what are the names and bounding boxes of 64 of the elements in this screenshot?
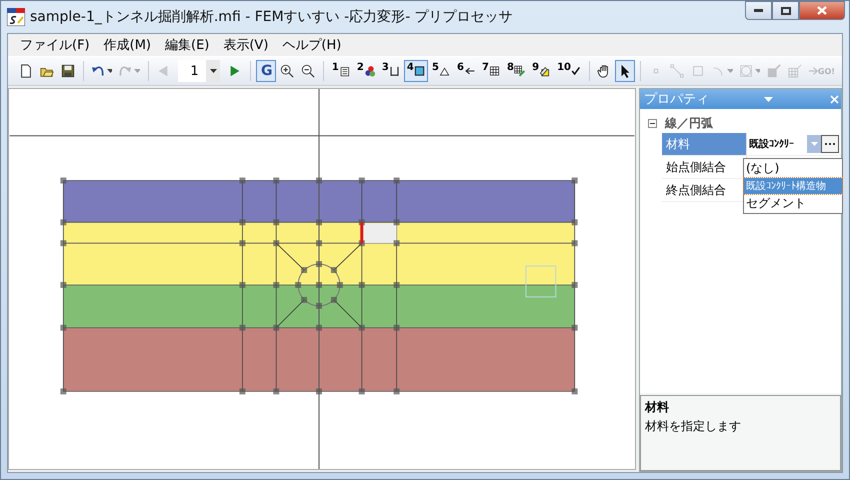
toolbar-button[interactable]: 7 [479, 60, 504, 82]
maximize-icon [780, 6, 790, 14]
page-icon [19, 63, 33, 79]
property-value: 既設ｺﾝｸﾘｰ [749, 138, 794, 151]
minimize-button[interactable] [745, 1, 772, 20]
toolbar-button[interactable]: 2 [354, 60, 378, 82]
browse-button[interactable] [821, 135, 839, 153]
dropdown-option[interactable]: セグメント [744, 194, 842, 213]
property-name[interactable]: 終点側結合 [662, 179, 746, 201]
page-number-field[interactable]: 1 [178, 60, 220, 82]
zoom-in-icon [280, 63, 294, 79]
grid-pencil-icon [514, 63, 526, 79]
toolbar-button[interactable]: 10 [554, 60, 584, 82]
left-triangle-icon [156, 63, 170, 79]
rectangle-icon [691, 63, 706, 79]
caret-icon [810, 142, 818, 146]
maximize-button[interactable] [772, 1, 799, 20]
window-title: sample-1_トンネル掘削解析.mfi - FEMすいすい -応力変形- プリプロセッサ [30, 8, 513, 26]
selected-segment [360, 222, 364, 244]
grid-pencil-icon [788, 63, 802, 79]
caret-icon [727, 69, 733, 73]
panel-menu-button[interactable] [762, 94, 775, 104]
zoom-out-icon [301, 63, 316, 79]
description-text: 材料を指定します [645, 418, 742, 435]
menu-item[interactable]: 表示(V) [217, 34, 274, 56]
menu-item[interactable]: ファイル(F) [14, 34, 96, 56]
collapse-button[interactable] [648, 118, 657, 128]
square-pencil-icon [767, 63, 781, 79]
caret-icon [764, 94, 773, 104]
line-icon [670, 63, 684, 79]
circles-icon [364, 63, 375, 79]
toolbar-button[interactable]: 9 [529, 60, 554, 82]
menu-item[interactable]: ヘルプ(H) [276, 34, 348, 56]
toolbar-button[interactable]: 6 [454, 60, 478, 82]
category-label: 線／円弧 [665, 114, 713, 132]
toolbar-button[interactable] [615, 60, 636, 82]
close-button[interactable] [828, 94, 841, 104]
caret-icon [754, 69, 760, 73]
menu-item[interactable]: 作成(M) [98, 34, 157, 56]
toolbar-button[interactable]: 4 [404, 60, 428, 82]
caret-icon [106, 69, 112, 73]
toolbar-button[interactable]: 3 [378, 60, 403, 82]
toolbar-button[interactable]: 5 [428, 60, 453, 82]
minimize-icon [754, 9, 763, 12]
close-icon [817, 6, 827, 15]
canvas[interactable] [8, 88, 636, 470]
property-name[interactable]: 始点側結合 [662, 156, 746, 178]
menu-item[interactable]: 編集(E) [159, 34, 216, 56]
dropdown-button[interactable] [206, 60, 220, 82]
toolbar-button[interactable]: 8 [504, 60, 528, 82]
page-number: 1 [190, 64, 199, 78]
dropdown-option[interactable]: (なし) [744, 159, 842, 178]
circle-icon [740, 63, 752, 79]
close-icon [830, 94, 839, 104]
toolbar-button[interactable]: 1 [328, 60, 353, 82]
app-icon [7, 8, 25, 26]
caret-icon [210, 69, 217, 73]
description-title: 材料 [645, 399, 670, 416]
floppy-icon [61, 63, 75, 79]
caret-icon [134, 69, 140, 73]
selection-frame [525, 266, 556, 298]
panel-title: プロパティ [644, 91, 709, 108]
toolbar-button[interactable]: G [256, 60, 276, 82]
close-button[interactable] [799, 1, 845, 20]
